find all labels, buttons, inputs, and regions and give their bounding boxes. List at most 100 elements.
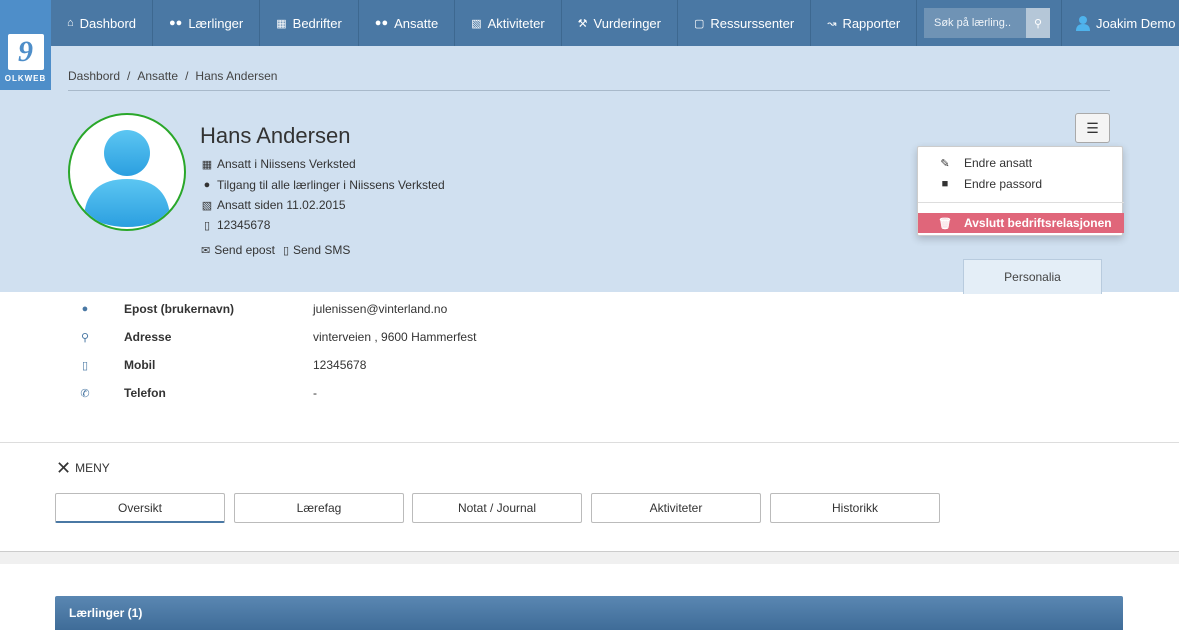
tab-personalia[interactable]: Personalia: [963, 259, 1102, 294]
olkweb-logo[interactable]: 9 OLKWEB: [0, 0, 51, 90]
breadcrumb-link-ansatte[interactable]: Ansatte: [137, 69, 178, 83]
users-icon: ●●: [169, 17, 183, 29]
nav-label: Aktiviteter: [487, 15, 545, 31]
trash-icon: 🗑: [938, 217, 952, 230]
pencil-icon: ✎: [940, 157, 950, 170]
menu-toggle-label: MENY: [75, 461, 110, 475]
mobile-icon: ▯: [282, 244, 289, 257]
search-button[interactable]: ⚲: [1026, 8, 1050, 38]
profile-access: ● Tilgang til alle lærlinger i Niissens V…: [201, 178, 445, 192]
file-icon: ▢: [694, 17, 705, 30]
change-password-item[interactable]: ■ Endre passord: [918, 174, 1124, 194]
menu-toggle[interactable]: ✕ MENY: [56, 458, 110, 478]
nav-label: Dashbord: [79, 15, 137, 31]
content-separator: [0, 551, 1179, 564]
search-input[interactable]: [924, 8, 1026, 38]
building-icon: ▦: [276, 17, 287, 30]
profile-employer: ▦ Ansatt i Niissens Verksted: [201, 157, 356, 171]
info-value: -: [313, 386, 317, 400]
tab-oversikt[interactable]: Oversikt: [55, 493, 225, 523]
mobile-icon: ▯: [81, 359, 89, 372]
envelope-icon: ✉: [201, 244, 211, 257]
nav-item-ansatte[interactable]: ●● Ansatte: [359, 0, 456, 46]
calendar-icon: ▧: [471, 17, 482, 30]
send-email-label: Send epost: [214, 243, 275, 257]
breadcrumb-current: Hans Andersen: [195, 69, 278, 83]
phone-text: 12345678: [217, 218, 271, 232]
info-label: Epost (brukernavn): [124, 302, 235, 316]
logo-text: OLKWEB: [4, 74, 47, 83]
tab-historikk[interactable]: Historikk: [770, 493, 940, 523]
hamburger-icon: ☰: [1086, 119, 1099, 136]
nav-label: Lærlinger: [188, 15, 244, 31]
profile-name: Hans Andersen: [200, 123, 351, 148]
info-value: 12345678: [313, 358, 367, 372]
send-sms-label: Send SMS: [293, 243, 351, 257]
search-box: ⚲: [924, 8, 1050, 38]
nav-item-laerlinger[interactable]: ●● Lærlinger: [153, 0, 261, 46]
lock-icon: ■: [941, 178, 949, 190]
info-row-email: ● Epost (brukernavn) julenissen@vinterla…: [78, 299, 448, 319]
nav-menu: ⌂ Dashbord ●● Lærlinger ▦ Bedrifter ●● Ansat…: [51, 0, 918, 46]
calendar-icon: ▧: [201, 199, 213, 212]
section-divider: [0, 442, 1179, 443]
tab-laerefag[interactable]: Lærefag: [234, 493, 404, 523]
options-menu-button[interactable]: ☰: [1075, 113, 1110, 143]
logo-mark-icon: 9: [7, 34, 44, 70]
close-icon: ✕: [56, 458, 72, 478]
nav-item-bedrifter[interactable]: ▦ Bedrifter: [260, 0, 359, 46]
nav-item-rapporter[interactable]: ↝ Rapporter: [811, 0, 918, 46]
home-icon: ⌂: [67, 17, 74, 29]
nav-item-aktiviteter[interactable]: ▧ Aktiviteter: [455, 0, 562, 46]
options-dropdown: ✎ Endre ansatt ■ Endre passord 🗑 Avslutt be…: [917, 146, 1124, 236]
tab-notat-journal[interactable]: Notat / Journal: [412, 493, 582, 523]
access-text: Tilgang til alle lærlinger i Niissens Ve…: [217, 178, 445, 192]
change-password-label: Endre passord: [964, 177, 1043, 191]
breadcrumb: Dashbord / Ansatte / Hans Andersen: [68, 69, 278, 83]
user-icon: ●: [81, 303, 89, 315]
breadcrumb-link-dashbord[interactable]: Dashbord: [68, 69, 120, 83]
contact-actions: ✉ Send epost ▯ Send SMS: [201, 243, 358, 257]
send-sms-link[interactable]: ▯ Send SMS: [283, 243, 350, 257]
info-label: Mobil: [124, 358, 156, 372]
map-marker-icon: ⚲: [80, 331, 90, 344]
nav-label: Rapporter: [842, 15, 901, 31]
profile-avatar: [68, 113, 186, 231]
profile-since: ▧ Ansatt siden 11.02.2015: [201, 198, 346, 212]
edit-employee-item[interactable]: ✎ Endre ansatt: [918, 153, 1124, 173]
info-value: vinterveien , 9600 Hammerfest: [313, 330, 477, 344]
apprentices-panel-header[interactable]: Lærlinger (1): [55, 596, 1123, 630]
profile-phone: ▯ 12345678: [201, 218, 270, 232]
phone-icon: ✆: [80, 387, 90, 400]
send-email-link[interactable]: ✉ Send epost: [201, 243, 275, 257]
nav-label: Vurderinger: [593, 15, 661, 31]
building-icon: ▦: [201, 158, 213, 171]
gavel-icon: ⚒: [577, 17, 588, 30]
edit-employee-label: Endre ansatt: [964, 156, 1033, 170]
tab-aktiviteter[interactable]: Aktiviteter: [591, 493, 761, 523]
chart-icon: ↝: [827, 17, 837, 30]
search-icon: ⚲: [1033, 17, 1043, 30]
user-name: Joakim Demo: [1096, 15, 1176, 31]
users-icon: ●●: [374, 17, 389, 29]
person-avatar-icon: [73, 118, 181, 227]
breadcrumb-divider: [68, 90, 1110, 91]
end-relation-label: Avslutt bedriftsrelasjonen: [964, 216, 1112, 230]
end-relation-item[interactable]: 🗑 Avslutt bedriftsrelasjonen: [918, 213, 1124, 233]
employer-text: Ansatt i Niissens Verksted: [217, 157, 356, 171]
since-text: Ansatt siden 11.02.2015: [217, 198, 346, 212]
nav-item-ressurssenter[interactable]: ▢ Ressurssenter: [678, 0, 812, 46]
nav-item-dashbord[interactable]: ⌂ Dashbord: [51, 0, 154, 46]
users-icon: ●: [203, 179, 211, 191]
info-row-address: ⚲ Adresse vinterveien , 9600 Hammerfest: [78, 327, 476, 347]
info-row-mobile: ▯ Mobil 12345678: [78, 355, 366, 375]
user-avatar-icon: [1076, 16, 1090, 31]
info-row-phone: ✆ Telefon -: [78, 383, 317, 403]
nav-item-vurderinger[interactable]: ⚒ Vurderinger: [562, 0, 678, 46]
dropdown-divider: [918, 202, 1124, 203]
info-label: Adresse: [124, 330, 172, 344]
info-value: julenissen@vinterland.no: [313, 302, 448, 316]
user-menu[interactable]: Joakim Demo: [1061, 0, 1175, 46]
nav-label: Bedrifter: [292, 15, 342, 31]
mobile-icon: ▯: [203, 219, 211, 232]
